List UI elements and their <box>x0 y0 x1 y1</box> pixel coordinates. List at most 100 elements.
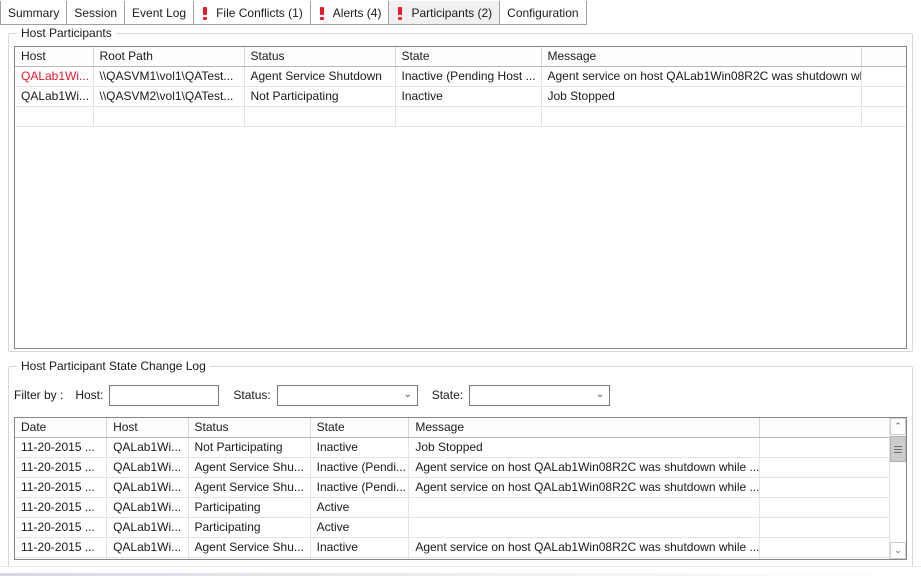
column-header-extra[interactable] <box>759 418 906 438</box>
host-filter-input[interactable] <box>109 384 220 406</box>
cell-extra <box>759 517 906 538</box>
table-row[interactable]: QALab1Wi... \\QASVM2\vol1\QATest... Not … <box>15 86 906 107</box>
column-header-message[interactable]: Message <box>408 418 761 438</box>
column-header-root-path[interactable]: Root Path <box>93 47 245 67</box>
cell-date: 11-20-2015 ... <box>15 517 108 538</box>
log-vertical-scrollbar[interactable]: ⌃ ⌄ <box>889 418 906 559</box>
cell-status: Agent Service Shutdown <box>244 66 396 87</box>
tab-label: Session <box>74 5 118 20</box>
state-filter-dropdown[interactable]: ⌄ <box>469 384 611 406</box>
cell-state <box>310 557 410 559</box>
column-header-status[interactable]: Status <box>188 418 311 438</box>
status-filter-dropdown[interactable]: ⌄ <box>276 384 418 406</box>
window-bottom-edge <box>0 566 921 576</box>
cell-state: Inactive <box>310 537 410 558</box>
cell-message: Job Stopped <box>408 437 761 458</box>
cell-message <box>408 517 761 538</box>
tab-configuration[interactable]: Configuration <box>500 1 587 25</box>
cell-extra <box>861 86 906 107</box>
chevron-down-icon: ⌄ <box>595 389 605 400</box>
cell-date: 11-20-2015 ... <box>15 497 108 518</box>
cell-root-path <box>93 106 245 127</box>
host-participants-grid[interactable]: Host Root Path Status State Message QALa… <box>14 46 907 349</box>
cell-date: 11-20-2015 ... <box>15 437 108 458</box>
table-header-row: Host Root Path Status State Message <box>15 47 906 67</box>
tab-session[interactable]: Session <box>67 1 126 25</box>
cell-message: Job Stopped <box>541 86 862 107</box>
cell-host: QALab1Wi... <box>106 477 189 498</box>
alert-exclamation-icon <box>201 6 210 20</box>
cell-host: QALab1Wi... <box>106 457 189 478</box>
table-row[interactable]: 11-20-2015 ... QALab1Wi... Agent Service… <box>15 457 906 478</box>
state-filter-label: State: <box>431 388 464 402</box>
cell-status: Participating <box>188 497 311 518</box>
cell-state <box>395 106 542 127</box>
cell-host: QALab1Wi... <box>106 537 189 558</box>
group-title: Host Participants <box>17 26 116 40</box>
tab-event-log[interactable]: Event Log <box>125 1 195 25</box>
cell-date: 11-20-2015 ... <box>15 477 108 498</box>
cell-extra <box>759 437 906 458</box>
table-row[interactable]: 11-20-2015 ... QALab1Wi... Agent Service… <box>15 477 906 498</box>
tab-label: Summary <box>8 5 60 20</box>
column-header-host[interactable]: Host <box>15 47 94 67</box>
table-row[interactable]: 11-20-2015 ... QALab1Wi... Not Participa… <box>15 437 906 458</box>
column-header-state[interactable]: State <box>395 47 542 67</box>
table-row[interactable]: 11-20-2015 ... QALab1Wi... Participating… <box>15 517 906 538</box>
column-header-message[interactable]: Message <box>541 47 862 67</box>
tab-summary[interactable]: Summary <box>0 1 68 25</box>
cell-extra <box>861 106 906 127</box>
cell-status: Agent Service Shu... <box>188 537 311 558</box>
chevron-down-icon: ⌄ <box>403 389 412 400</box>
cell-host: QALab1Wi... <box>106 437 189 458</box>
cell-root-path: \\QASVM2\vol1\QATest... <box>93 86 245 107</box>
cell-status <box>244 106 396 127</box>
cell-root-path: \\QASVM1\vol1\QATest... <box>93 66 245 87</box>
cell-extra <box>759 497 906 518</box>
cell-host <box>15 106 94 127</box>
table-row[interactable]: 11-20-2015 ... QALab1Wi... Agent Service… <box>15 537 906 558</box>
cell-state: Inactive (Pendi... <box>310 477 410 498</box>
tab-strip: Summary Session Event Log File Conflicts… <box>0 0 921 25</box>
table-row[interactable] <box>15 557 906 559</box>
cell-date <box>15 557 108 559</box>
column-header-host[interactable]: Host <box>106 418 189 438</box>
tab-file-conflicts[interactable]: File Conflicts (1) <box>194 1 311 25</box>
cell-date: 11-20-2015 ... <box>15 457 108 478</box>
cell-state: Inactive <box>310 437 410 458</box>
participants-table: Host Root Path Status State Message QALa… <box>15 47 906 127</box>
tab-label: Event Log <box>132 5 187 20</box>
cell-host <box>106 557 189 559</box>
column-header-state[interactable]: State <box>310 418 410 438</box>
group-title: Host Participant State Change Log <box>17 359 210 373</box>
column-header-date[interactable]: Date <box>15 418 108 438</box>
cell-status: Participating <box>188 517 311 538</box>
cell-message: Agent service on host QALab1Win08R2C was… <box>408 457 761 478</box>
filter-bar: Filter by : Host: Status: ⌄ State: ⌄ <box>14 384 611 406</box>
cell-state: Active <box>310 517 410 538</box>
grip-lines-icon <box>894 445 902 453</box>
scrollbar-thumb[interactable] <box>890 436 906 462</box>
cell-date: 11-20-2015 ... <box>15 537 108 558</box>
scroll-up-arrow-icon[interactable]: ⌃ <box>890 418 906 435</box>
cell-host: QALab1Wi... <box>106 517 189 538</box>
state-change-log-grid[interactable]: Date Host Status State Message 11-20-201… <box>14 417 907 560</box>
cell-host: QALab1Wi... <box>15 86 94 107</box>
table-row[interactable]: 11-20-2015 ... QALab1Wi... Participating… <box>15 497 906 518</box>
cell-message: Agent service on host QALab1Win08R2C was… <box>541 66 862 87</box>
tab-label: Configuration <box>507 5 579 20</box>
column-header-extra[interactable] <box>861 47 906 67</box>
cell-status: Agent Service Shu... <box>188 477 311 498</box>
column-header-status[interactable]: Status <box>244 47 396 67</box>
table-row-empty[interactable] <box>15 106 906 127</box>
cell-status: Not Participating <box>188 437 311 458</box>
tab-alerts[interactable]: Alerts (4) <box>310 1 390 25</box>
table-row[interactable]: QALab1Wi... \\QASVM1\vol1\QATest... Agen… <box>15 66 906 87</box>
alert-exclamation-icon <box>318 6 327 20</box>
cell-status <box>188 557 311 559</box>
tab-participants[interactable]: Participants (2) <box>389 1 501 25</box>
cell-state: Inactive (Pending Host ... <box>395 66 542 87</box>
scroll-down-arrow-icon[interactable]: ⌄ <box>890 542 906 559</box>
cell-host: QALab1Wi... <box>106 497 189 518</box>
cell-host: QALab1Wi... <box>15 66 94 87</box>
